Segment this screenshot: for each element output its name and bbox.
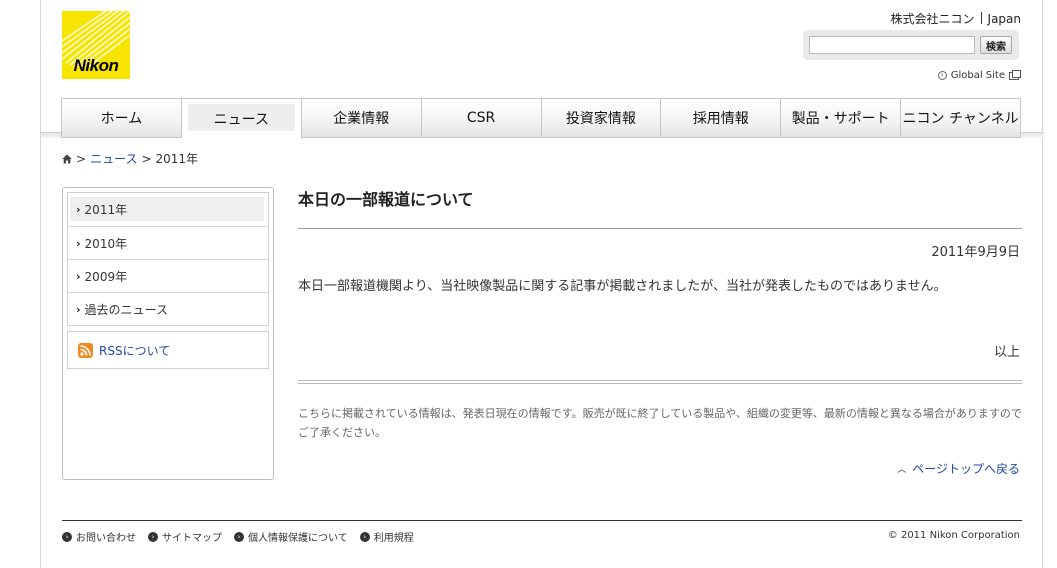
tab-label: 投資家情報 bbox=[565, 111, 636, 127]
tab-label: CSR bbox=[466, 110, 496, 126]
search-button[interactable]: 検索 bbox=[980, 36, 1012, 54]
tab-products[interactable]: 製品・サポート bbox=[780, 98, 901, 138]
global-site-label: Global Site bbox=[950, 70, 1005, 81]
tab-label: ニコン チャンネル bbox=[902, 111, 1019, 127]
footer-link-label: 利用規程 bbox=[373, 533, 414, 544]
nav-tabs: ホーム ニュース 企業情報 CSR 投資家情報 採用情報 製品・サポート ニコン… bbox=[61, 98, 1021, 138]
nikon-logo[interactable]: Nikon bbox=[62, 11, 130, 79]
article-closing: 以上 bbox=[993, 345, 1020, 360]
article-title: 本日の一部報道について bbox=[298, 190, 474, 209]
footer-links: › お問い合わせ › サイトマップ › 個人情報保護について › 利用規程 bbox=[62, 529, 414, 544]
footer-link-label: 個人情報保護について bbox=[248, 533, 348, 544]
search-box: 検索 bbox=[803, 30, 1019, 60]
tab-label: 採用情報 bbox=[692, 111, 749, 127]
footer-link-sitemap[interactable]: › サイトマップ bbox=[148, 529, 222, 544]
article-date: 2011年9月9日 bbox=[931, 245, 1020, 260]
tab-label: 企業情報 bbox=[333, 111, 390, 127]
sidebar-item-label: 過去のニュース bbox=[84, 302, 168, 317]
tab-label: ニュース bbox=[213, 111, 269, 128]
sidebar-item-label: 2010年 bbox=[84, 236, 128, 251]
sidebar-item-2009[interactable]: › 2009年 bbox=[68, 259, 268, 292]
divider bbox=[298, 228, 1022, 229]
footer-link-label: サイトマップ bbox=[162, 533, 222, 544]
sidebar: › 2011年 › 2010年 › 2009年 › 過去のニュース RSSについて bbox=[62, 187, 274, 480]
sidebar-item-label: 2011年 bbox=[84, 203, 128, 217]
footer-link-privacy[interactable]: › 個人情報保護について bbox=[234, 529, 348, 544]
double-divider bbox=[298, 380, 1022, 384]
rss-label: RSSについて bbox=[99, 343, 171, 358]
corp-region: 株式会社ニコン Japan bbox=[891, 10, 1021, 27]
tab-recruit[interactable]: 採用情報 bbox=[660, 98, 781, 138]
tab-label: ホーム bbox=[100, 111, 143, 127]
disclaimer-note: こちらに掲載されている情報は、発表日現在の情報です。販売が既に終了している製品や… bbox=[298, 407, 1022, 439]
page-top-label: ページトップへ戻る bbox=[912, 462, 1020, 476]
tab-label: 製品・サポート bbox=[791, 111, 890, 127]
home-icon[interactable] bbox=[62, 154, 72, 164]
sidebar-item-archive[interactable]: › 過去のニュース bbox=[68, 292, 268, 325]
chevron-right-icon: › bbox=[76, 302, 81, 316]
chevron-right-icon: › bbox=[76, 236, 81, 250]
breadcrumb: > ニュース > 2011年 bbox=[62, 150, 198, 167]
region-label: Japan bbox=[987, 12, 1021, 26]
breadcrumb-current: 2011年 bbox=[155, 152, 199, 166]
chevron-up-icon: ︿ bbox=[897, 465, 907, 475]
arrow-circle-icon: › bbox=[234, 531, 244, 542]
breadcrumb-separator: > bbox=[141, 151, 152, 166]
breadcrumb-separator: > bbox=[76, 151, 87, 166]
page-top-link[interactable]: ︿ ページトップへ戻る bbox=[897, 460, 1020, 477]
rss-link[interactable]: RSSについて bbox=[67, 331, 269, 369]
arrow-circle-icon: › bbox=[937, 71, 947, 80]
footer-link-terms[interactable]: › 利用規程 bbox=[359, 529, 414, 544]
sidebar-item-2010[interactable]: › 2010年 bbox=[68, 226, 268, 259]
sidebar-list: › 2011年 › 2010年 › 2009年 › 過去のニュース bbox=[67, 192, 269, 326]
arrow-circle-icon: › bbox=[148, 531, 158, 542]
breadcrumb-news-link[interactable]: ニュース bbox=[90, 150, 137, 167]
tab-channel[interactable]: ニコン チャンネル bbox=[900, 98, 1021, 138]
tab-investors[interactable]: 投資家情報 bbox=[540, 98, 661, 138]
arrow-circle-icon: › bbox=[62, 531, 72, 542]
global-nav: ホーム ニュース 企業情報 CSR 投資家情報 採用情報 製品・サポート ニコン… bbox=[41, 98, 1044, 140]
footer-divider bbox=[62, 520, 1022, 521]
global-site-link[interactable]: › Global Site bbox=[937, 69, 1021, 81]
tab-news[interactable]: ニュース bbox=[180, 98, 301, 138]
page-container: Nikon 株式会社ニコン Japan 検索 › Global Site ホーム … bbox=[40, 0, 1044, 568]
article-body: 本日一部報道機関より、当社映像製品に関する記事が掲載されましたが、当社が発表した… bbox=[298, 279, 947, 294]
sidebar-item-label: 2009年 bbox=[84, 269, 128, 284]
footer-link-label: お問い合わせ bbox=[76, 533, 136, 544]
divider bbox=[980, 12, 982, 24]
sidebar-item-2011[interactable]: › 2011年 bbox=[68, 193, 268, 226]
corp-name[interactable]: 株式会社ニコン bbox=[891, 12, 975, 26]
footer-link-contact[interactable]: › お問い合わせ bbox=[62, 529, 136, 544]
tab-home[interactable]: ホーム bbox=[61, 98, 181, 138]
chevron-right-icon: › bbox=[76, 203, 81, 216]
copyright: © 2011 Nikon Corporation bbox=[887, 530, 1020, 541]
arrow-circle-icon: › bbox=[359, 531, 370, 542]
rss-icon bbox=[78, 342, 93, 358]
logo-wordmark: Nikon bbox=[73, 56, 119, 75]
new-window-icon bbox=[1009, 69, 1021, 80]
tab-corporate[interactable]: 企業情報 bbox=[300, 98, 421, 138]
search-input[interactable] bbox=[809, 36, 975, 54]
chevron-right-icon: › bbox=[76, 269, 81, 283]
tab-csr[interactable]: CSR bbox=[420, 98, 541, 138]
